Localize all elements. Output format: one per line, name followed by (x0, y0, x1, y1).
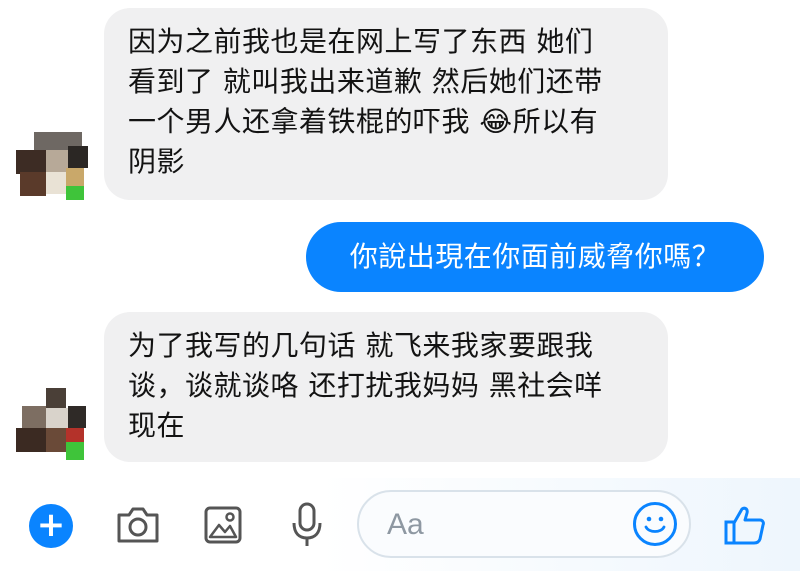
avatar[interactable] (16, 132, 88, 200)
microphone-icon[interactable] (277, 478, 337, 571)
message-input[interactable]: Aa (357, 490, 691, 558)
incoming-message[interactable]: 为了我写的几句话 就飞来我家要跟我 谈，谈就谈咯 还打扰我妈妈 黑社会咩 现在 (104, 312, 668, 462)
emoji-icon[interactable] (633, 502, 677, 546)
incoming-message[interactable]: 因为之前我也是在网上写了东西 她们 看到了 就叫我出来道歉 然后她们还带 一个男… (104, 8, 668, 200)
camera-icon[interactable] (108, 478, 168, 571)
avatar[interactable] (16, 388, 88, 460)
composer-bar: + Aa (0, 478, 800, 571)
gallery-icon[interactable] (193, 478, 253, 571)
plus-icon[interactable]: + (29, 504, 73, 548)
outgoing-message[interactable]: 你說出現在你面前威脅你嗎？ (306, 222, 764, 292)
message-input-placeholder: Aa (387, 508, 424, 541)
thumbs-up-icon[interactable] (715, 478, 775, 571)
